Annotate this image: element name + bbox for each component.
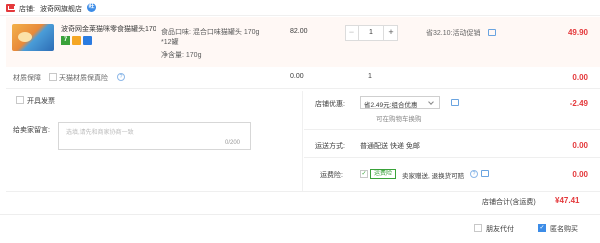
friend-pay-label: 朋友代付 xyxy=(486,226,514,233)
insurance-subtotal: 0.00 xyxy=(572,73,588,82)
shop-label: 店铺: xyxy=(19,6,35,13)
freight-insurance-checkbox[interactable]: ✓ xyxy=(360,170,368,178)
sku-count: *12罐 xyxy=(161,39,179,46)
shipping-value: 0.00 xyxy=(572,141,588,150)
discount-label: 店铺优惠: xyxy=(315,101,345,108)
guarantee-badge-icon xyxy=(83,36,92,45)
discount-selected-value: 省2.49元:组合优惠 xyxy=(364,102,418,109)
service-badge-icon xyxy=(72,36,81,45)
unit-price: 82.00 xyxy=(290,28,308,35)
anonymous-label: 匿名购买 xyxy=(550,226,578,233)
freight-insurance-desc: 卖家赠送, 退换货可赔 xyxy=(402,173,465,180)
freight-insurance-badge: 运费险 xyxy=(370,169,397,179)
insurance-label: 材质保障 xyxy=(13,75,41,82)
section-divider xyxy=(304,157,600,158)
wangwang-chat-icon[interactable]: 旺 xyxy=(87,3,96,12)
anonymous-checkbox[interactable]: ✓ xyxy=(538,224,546,232)
seven-day-return-icon: 7 xyxy=(61,36,70,45)
item-subtotal: 49.90 xyxy=(567,28,588,37)
insurance-price: 0.00 xyxy=(290,73,304,80)
freight-insurance-info-icon[interactable] xyxy=(481,170,489,177)
quantity-input[interactable]: 1 xyxy=(361,29,381,36)
product-title-link[interactable]: 波奇网金莱猫咪零食猫罐头170... xyxy=(61,24,156,34)
quantity-decrease-button[interactable]: − xyxy=(345,25,359,41)
freight-insurance-value: 0.00 xyxy=(572,170,588,179)
insurance-help-icon[interactable]: ? xyxy=(117,73,125,81)
section-divider xyxy=(6,88,600,89)
shipping-label: 运送方式: xyxy=(315,143,345,150)
freight-insurance-label: 运费险: xyxy=(320,172,343,179)
insurance-checkbox[interactable] xyxy=(49,73,57,81)
discount-value: -2.49 xyxy=(569,99,588,108)
sku-net-weight: 净含量: 170g xyxy=(161,52,202,59)
sku-flavor: 食品口味: 混合口味猫罐头 170g xyxy=(161,29,260,36)
product-thumbnail[interactable] xyxy=(12,24,54,51)
message-char-count: 0/200 xyxy=(225,140,241,146)
promo-text: 省32.10:活动促销 xyxy=(426,30,481,37)
message-label: 给卖家留言: xyxy=(13,127,50,134)
promo-info-icon[interactable] xyxy=(488,29,496,36)
shop-name-link[interactable]: 波奇网旗舰店 xyxy=(40,4,82,14)
insurance-text: 天猫材质保真险 xyxy=(59,75,108,82)
section-divider xyxy=(304,129,600,130)
store-total-value: ¥47.41 xyxy=(555,196,580,205)
shipping-method: 普通配送 快递 免邮 xyxy=(360,143,420,150)
discount-subtext: 可在购物车换购 xyxy=(376,116,422,123)
quantity-increase-button[interactable]: + xyxy=(383,25,398,41)
message-placeholder: 选填,请先和商家协商一致 xyxy=(66,130,134,136)
insurance-qty: 1 xyxy=(368,73,372,80)
invoice-label: 开具发票 xyxy=(27,98,55,105)
friend-pay-checkbox[interactable] xyxy=(474,224,482,232)
store-total-label: 店铺合计(含运费) xyxy=(482,199,536,206)
freight-insurance-help-icon[interactable]: ? xyxy=(470,170,478,178)
section-divider xyxy=(6,191,600,192)
discount-info-icon[interactable] xyxy=(451,99,459,106)
invoice-checkbox[interactable] xyxy=(16,96,24,104)
shop-icon xyxy=(6,4,15,12)
